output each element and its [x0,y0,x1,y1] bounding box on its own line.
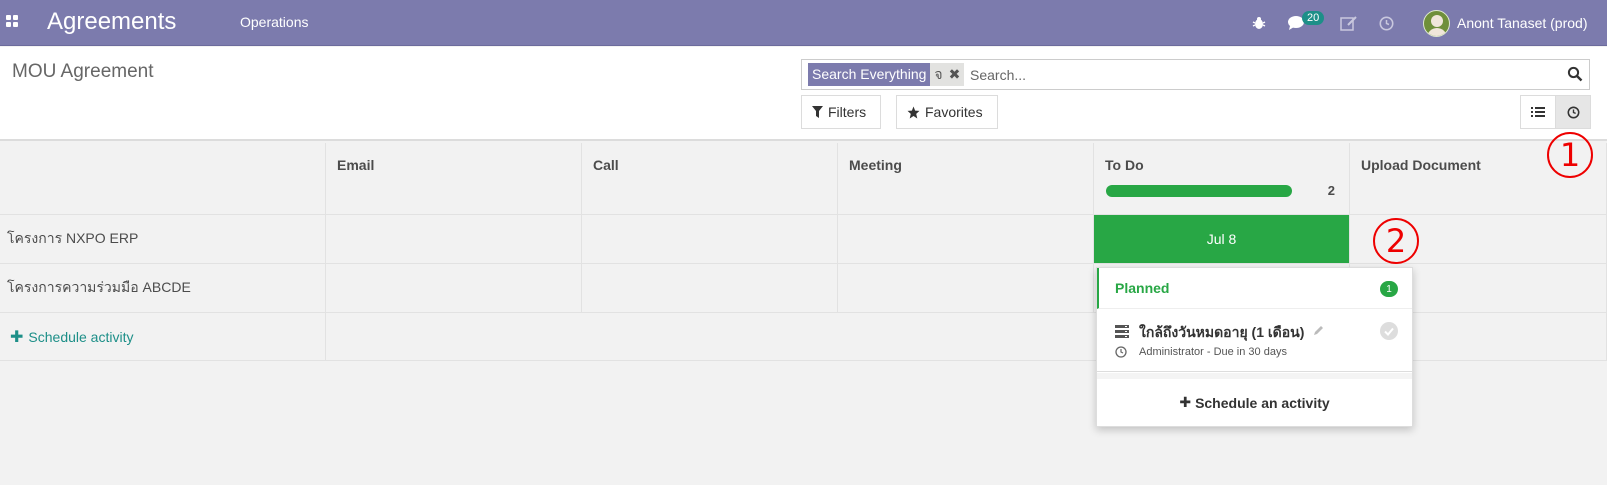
star-icon [907,106,920,118]
grid-corner [0,143,326,215]
search-facet-value: จ [934,65,943,82]
activity-title: ใกล้ถึงวันหมดอายุ (1 เดือน) [1139,324,1305,340]
user-name: Anont Tanaset (prod) [1457,15,1588,31]
schedule-row-fill [326,313,1607,361]
activity-assignee-due: Administrator - Due in 30 days [1139,346,1287,358]
activity-item[interactable]: ใกล้ถึงวันหมดอายุ (1 เดือน) Administrato… [1097,310,1412,372]
top-navbar: Agreements Operations 20 Anont Tanaset (… [0,0,1607,46]
search-bar: Search Everything จ ✖ [801,59,1590,90]
todo-progress-bar[interactable] [1106,185,1292,197]
column-header-call: Call [582,143,838,215]
pencil-icon[interactable] [1313,324,1325,336]
grid-cell[interactable] [838,264,1094,313]
column-header-todo: To Do [1105,157,1144,173]
menu-item-operations[interactable]: Operations [240,14,308,30]
schedule-activity-label: Schedule activity [28,328,134,345]
clock-icon [1115,346,1127,358]
close-icon[interactable]: ✖ [949,66,961,83]
todo-due-cell[interactable]: Jul 8 [1094,215,1350,264]
todo-count: 2 [1327,183,1335,198]
check-icon [1384,327,1394,336]
app-title[interactable]: Agreements [47,8,176,36]
messages-icon[interactable] [1287,0,1305,46]
clock-icon [1567,106,1579,118]
favorites-button[interactable]: Favorites [896,95,998,129]
breadcrumb: MOU Agreement [12,61,154,82]
plus-icon: ✚ [1179,394,1192,410]
debug-bug-icon[interactable] [1252,0,1266,46]
list-icon [1531,107,1545,117]
grid-cell[interactable] [582,215,838,264]
search-facet: Search Everything จ ✖ [808,63,965,86]
avatar [1423,9,1450,37]
grid-cell[interactable] [582,264,838,313]
messages-count-badge: 20 [1302,11,1325,25]
annotation-marker-2: 2 [1373,218,1419,264]
column-header-meeting: Meeting [838,143,1094,215]
search-input[interactable] [970,64,1550,86]
column-header-email: Email [326,143,582,215]
favorites-button-label: Favorites [925,104,983,120]
activity-popover: Planned 1 ใกล้ถึงวันหมดอายุ (1 เดือน) Ad… [1096,267,1413,427]
activities-clock-icon[interactable] [1379,0,1394,46]
popover-group-count: 1 [1380,281,1398,297]
server-icon [1115,325,1129,338]
filter-icon [812,106,823,118]
mark-done-button[interactable] [1380,322,1398,340]
grid-cell[interactable] [326,264,582,313]
user-menu[interactable]: Anont Tanaset (prod) [1423,0,1588,46]
filters-button[interactable]: Filters [801,95,881,129]
schedule-an-activity-button[interactable]: ✚ Schedule an activity [1097,379,1412,426]
annotation-marker-1: 1 [1547,132,1593,178]
list-view-button[interactable] [1520,95,1556,129]
control-panel: MOU Agreement Search Everything จ ✖ Filt… [0,47,1607,141]
plus-icon: ✚ [10,328,24,346]
column-header-todo-cell: To Do 2 [1094,143,1350,215]
row-label[interactable]: โครงการความร่วมมือ ABCDE [0,264,326,313]
edit-note-icon[interactable] [1340,0,1358,46]
schedule-activity-link[interactable]: ✚ Schedule activity [0,313,326,361]
activity-view-button[interactable] [1555,95,1591,129]
row-label[interactable]: โครงการ NXPO ERP [0,215,326,264]
schedule-an-activity-label: Schedule an activity [1195,394,1330,411]
search-icon[interactable] [1567,66,1583,82]
popover-group-header: Planned 1 [1097,268,1412,309]
grid-cell[interactable] [838,215,1094,264]
filters-button-label: Filters [828,104,867,120]
apps-menu-icon[interactable] [6,15,19,28]
grid-cell[interactable] [326,215,582,264]
search-facet-label: Search Everything [808,63,931,86]
search-facet-value-wrap: จ ✖ [930,63,965,86]
popover-group-label: Planned [1115,280,1170,296]
